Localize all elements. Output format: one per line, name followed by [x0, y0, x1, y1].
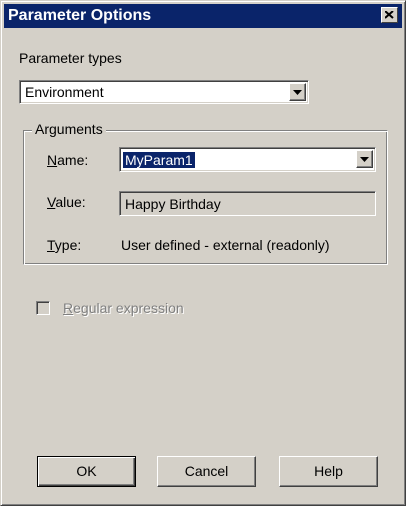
window-title: Parameter Options [8, 7, 152, 24]
close-icon [385, 11, 394, 19]
chevron-down-icon [360, 157, 369, 162]
regular-expression-checkbox[interactable] [36, 301, 50, 315]
chevron-down-icon [293, 90, 302, 95]
ok-button[interactable]: OK [37, 456, 136, 487]
name-dropdown-button[interactable] [356, 150, 373, 168]
type-value: User defined - external (readonly) [121, 237, 330, 253]
cancel-button[interactable]: Cancel [157, 456, 256, 487]
close-button[interactable] [381, 7, 398, 23]
value-field[interactable]: Happy Birthday [119, 191, 376, 216]
title-bar[interactable]: Parameter Options [4, 4, 402, 28]
name-value: MyParam1 [123, 152, 195, 168]
name-dropdown[interactable]: MyParam1 [119, 147, 376, 172]
arguments-legend: Arguments [32, 121, 106, 137]
type-label: Type: [47, 237, 82, 253]
value-label: Value: [47, 194, 86, 210]
value-text: Happy Birthday [125, 196, 221, 212]
parameter-options-dialog: Parameter Options Parameter types Enviro… [0, 0, 406, 506]
regular-expression-label: Regular expression [63, 300, 184, 316]
parameter-types-dropdown[interactable]: Environment [19, 80, 309, 104]
parameter-types-label: Parameter types [19, 50, 122, 66]
name-label: Name: [47, 152, 89, 168]
parameter-types-value: Environment [25, 84, 104, 100]
parameter-types-dropdown-button[interactable] [289, 83, 306, 101]
help-button[interactable]: Help [279, 456, 378, 487]
